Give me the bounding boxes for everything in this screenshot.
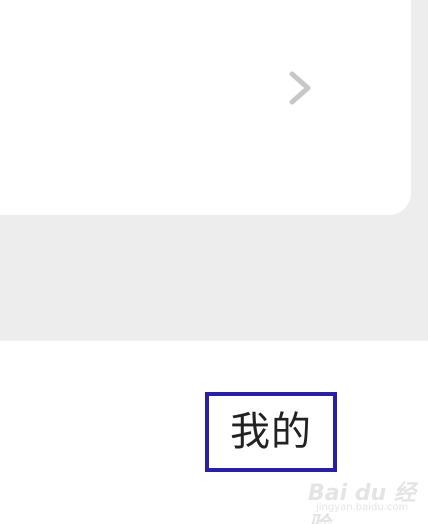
settings-card[interactable]	[0, 0, 411, 215]
tab-mine[interactable]: 我的	[205, 392, 337, 472]
content-background	[0, 0, 428, 340]
watermark-logo: Bai du 经验 jingyan.baidu.com	[308, 475, 418, 524]
app-screen: 我的 Bai du 经验 jingyan.baidu.com	[0, 0, 428, 524]
watermark-logo-text: Bai du 经验	[308, 481, 416, 524]
tab-mine-label: 我的	[230, 409, 312, 455]
watermark-site-text: jingyan.baidu.com	[316, 502, 409, 513]
chevron-right-icon[interactable]	[280, 66, 320, 110]
